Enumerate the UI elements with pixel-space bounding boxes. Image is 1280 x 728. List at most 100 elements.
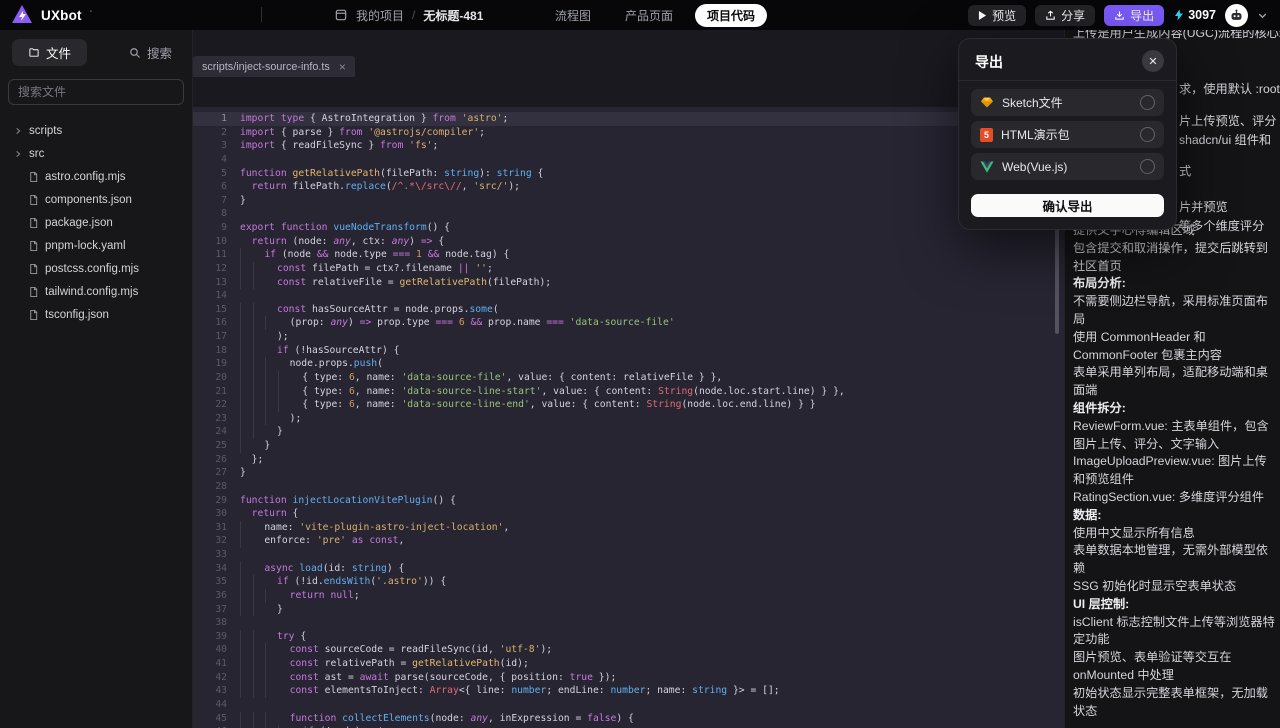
breadcrumb-project[interactable]: 我的项目 [356,7,404,24]
radio-button[interactable] [1140,127,1155,142]
code-line: 43 const elementsToInject: Array<{ line:… [193,684,1065,698]
code-line: 42 const ast = await parse(sourceCode, {… [193,671,1065,685]
code-line: 6 return filePath.replace(/^.*\/src\//, … [193,180,1065,194]
sidebar-tabs: 文件搜索 [0,30,192,66]
file-icon [28,263,39,275]
breadcrumb-separator: / [412,8,415,22]
tree-item-components.json[interactable]: components.json [0,188,192,211]
code-line: 5function getRelativePath(filePath: stri… [193,167,1065,181]
export-button[interactable]: 导出 [1104,5,1164,26]
panel-analysis-text: 提供文字心得编辑区域包含提交和取消操作，提交后跳转到社区首页布局分析:不需要侧边… [1073,222,1276,728]
editor-scrollbar[interactable] [1055,222,1059,334]
code-line: 15 const hasSourceAttr = node.props.some… [193,303,1065,317]
uxbot-logo-icon [10,3,34,27]
panel-line: 表单采用单列布局，适配移动端和桌面端 [1073,364,1276,400]
export-options: Sketch文件 5HTML演示包 Web(Vue.js) [971,89,1164,185]
code-line: 31 name: 'vite-plugin-astro-inject-locat… [193,521,1065,535]
code-line: 37 } [193,603,1065,617]
search-icon [129,47,141,59]
file-icon [28,309,39,321]
code-line: 9export function vueNodeTransform() { [193,221,1065,235]
robot-icon [1229,8,1244,23]
code-line: 40 const sourceCode = readFileSync(id, '… [193,643,1065,657]
panel-line: 图片预览、表单验证等交互在 onMounted 中处理 [1073,649,1276,685]
export-option-Sketch文件[interactable]: Sketch文件 [971,89,1164,116]
panel-section-header: 组件拆分: [1073,400,1276,418]
panel-line: 不需要侧边栏导航，采用标准页面布局 [1073,293,1276,329]
tree-item-src[interactable]: src [0,142,192,165]
code-line: 28 [193,480,1065,494]
tree-item-package.json[interactable]: package.json [0,211,192,234]
code-line: 4 [193,153,1065,167]
code-line: 16 (prop: any) => prop.type === 6 && pro… [193,316,1065,330]
panel-line: 使用中文显示所有信息 [1073,525,1276,543]
nav-tab-流程图[interactable]: 流程图 [543,4,603,27]
panel-line: ReviewForm.vue: 主表单组件，包含图片上传、评分、文字输入 [1073,418,1276,454]
code-line: 29function injectLocationVitePlugin() { [193,494,1065,508]
code-line: 34 async load(id: string) { [193,562,1065,576]
tree-item-scripts[interactable]: scripts [0,119,192,142]
editor-tabstrip: scripts/inject-source-info.ts × [193,56,1065,77]
file-tree: scriptssrcastro.config.mjscomponents.jso… [0,119,192,326]
export-option-Web(Vue.js)[interactable]: Web(Vue.js) [971,153,1164,180]
code-line: 13 const relativeFile = getRelativePath(… [193,276,1065,290]
nav-tab-项目代码[interactable]: 项目代码 [695,4,767,27]
tree-item-tailwind.config.mjs[interactable]: tailwind.config.mjs [0,280,192,303]
code-line: 30 return { [193,507,1065,521]
chevron-down-icon[interactable] [1257,10,1268,21]
code-line: 44 [193,698,1065,712]
file-icon [28,240,39,252]
code-line: 1import type { AstroIntegration } from '… [193,112,1065,126]
avatar[interactable] [1225,4,1248,27]
export-option-HTML演示包[interactable]: 5HTML演示包 [971,121,1164,148]
close-tab-icon[interactable]: × [339,61,346,73]
radio-button[interactable] [1140,159,1155,174]
confirm-export-button[interactable]: 确认导出 [971,194,1164,217]
sidebar-tab-搜索[interactable]: 搜索 [113,39,188,66]
brand: UXbot ˙ [10,3,93,27]
sidebar-tab-文件[interactable]: 文件 [12,39,87,66]
panel-line: ImageUploadPreview.vue: 图片上传和预览组件 [1073,453,1276,489]
brand-name: UXbot [41,8,82,23]
file-icon [28,171,39,183]
code-area[interactable]: 1import type { AstroIntegration } from '… [193,107,1065,728]
tree-item-astro.config.mjs[interactable]: astro.config.mjs [0,165,192,188]
code-line: 36 return null; [193,589,1065,603]
tree-item-tsconfig.json[interactable]: tsconfig.json [0,303,192,326]
share-label: 分享 [1061,7,1085,24]
code-line: 7} [193,194,1065,208]
panel-section-header: 布局分析: [1073,275,1276,293]
code-line: 14 [193,289,1065,303]
code-line: 41 const relativePath = getRelativePath(… [193,657,1065,671]
panel-section-header: 数据: [1073,507,1276,525]
share-button[interactable]: 分享 [1035,5,1095,26]
code-line: 32 enforce: 'pre' as const, [193,534,1065,548]
folder-icon [28,47,40,58]
html5-icon: 5 [980,128,993,142]
code-line: 17 ); [193,330,1065,344]
code-line: 22 { type: 6, name: 'data-source-line-en… [193,398,1065,412]
nav-tab-产品页面[interactable]: 产品页面 [613,4,685,27]
code-line: 19 node.props.push( [193,357,1065,371]
panel-line: 初始状态显示完整表单框架，无加载状态 [1073,685,1276,721]
tree-item-postcss.config.mjs[interactable]: postcss.config.mjs [0,257,192,280]
dialog-close-button[interactable]: ✕ [1142,50,1164,72]
code-line: 24 } [193,425,1065,439]
breadcrumb: 我的项目 / 无标题-481 [334,0,483,30]
play-icon [978,11,987,20]
code-line: 35 if (!id.endsWith('.astro')) { [193,575,1065,589]
radio-button[interactable] [1140,95,1155,110]
code-line: 39 try { [193,630,1065,644]
search-files-input[interactable] [8,79,184,105]
editor-tab[interactable]: scripts/inject-source-info.ts × [193,56,355,77]
download-icon [1114,10,1125,21]
panel-line: SSG 初始化时显示空表单状态 [1073,578,1276,596]
code-line: 23 ); [193,412,1065,426]
file-icon [28,286,39,298]
topbar-divider [261,7,262,22]
code-line: 12 const filePath = ctx?.filename || ''; [193,262,1065,276]
preview-button[interactable]: 预览 [968,5,1026,26]
file-sidebar: 文件搜索 scriptssrcastro.config.mjscomponent… [0,30,193,728]
code-line: 10 return (node: any, ctx: any) => { [193,235,1065,249]
tree-item-pnpm-lock.yaml[interactable]: pnpm-lock.yaml [0,234,192,257]
